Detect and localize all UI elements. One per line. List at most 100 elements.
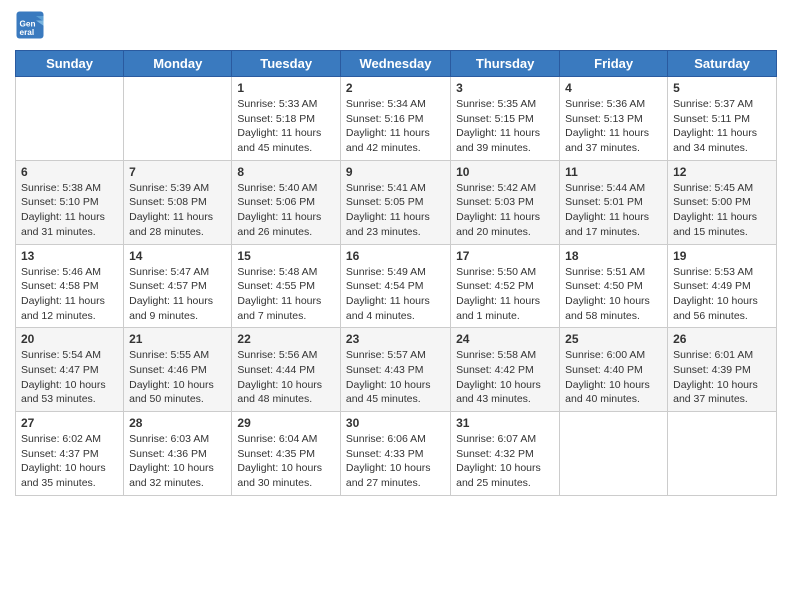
day-info: Sunrise: 5:41 AM Sunset: 5:05 PM Dayligh… [346, 181, 445, 240]
day-number: 29 [237, 416, 335, 430]
calendar-table: SundayMondayTuesdayWednesdayThursdayFrid… [15, 50, 777, 496]
day-number: 6 [21, 165, 118, 179]
calendar-header: SundayMondayTuesdayWednesdayThursdayFrid… [16, 51, 777, 77]
day-info: Sunrise: 6:06 AM Sunset: 4:33 PM Dayligh… [346, 432, 445, 491]
calendar-cell: 22 Sunrise: 5:56 AM Sunset: 4:44 PM Dayli… [232, 328, 341, 412]
day-info: Sunrise: 6:03 AM Sunset: 4:36 PM Dayligh… [129, 432, 226, 491]
calendar-cell: 3 Sunrise: 5:35 AM Sunset: 5:15 PM Daylig… [451, 77, 560, 161]
day-number: 10 [456, 165, 554, 179]
calendar-cell [124, 77, 232, 161]
calendar-cell [560, 412, 668, 496]
calendar-week-5: 27 Sunrise: 6:02 AM Sunset: 4:37 PM Dayli… [16, 412, 777, 496]
calendar-cell [16, 77, 124, 161]
calendar-cell: 4Sunrise: 5:36 AM Sunset: 5:13 PM Daylig… [560, 77, 668, 161]
day-info: Sunrise: 5:55 AM Sunset: 4:46 PM Dayligh… [129, 348, 226, 407]
weekday-header-wednesday: Wednesday [340, 51, 450, 77]
day-info: Sunrise: 5:47 AM Sunset: 4:57 PM Dayligh… [129, 265, 226, 324]
day-info: Sunrise: 5:34 AM Sunset: 5:16 PM Dayligh… [346, 97, 445, 156]
calendar-cell: 17 Sunrise: 5:50 AM Sunset: 4:52 PM Dayli… [451, 244, 560, 328]
weekday-header-sunday: Sunday [16, 51, 124, 77]
day-info: Sunrise: 5:53 AM Sunset: 4:49 PM Dayligh… [673, 265, 771, 324]
day-info: Sunrise: 5:40 AM Sunset: 5:06 PM Dayligh… [237, 181, 335, 240]
day-number: 21 [129, 332, 226, 346]
day-info: Sunrise: 6:02 AM Sunset: 4:37 PM Dayligh… [21, 432, 118, 491]
logo: Gen eral [15, 10, 49, 40]
calendar-cell: 8 Sunrise: 5:40 AM Sunset: 5:06 PM Daylig… [232, 160, 341, 244]
calendar-cell [668, 412, 777, 496]
weekday-header-monday: Monday [124, 51, 232, 77]
calendar-cell: 5Sunrise: 5:37 AM Sunset: 5:11 PM Daylig… [668, 77, 777, 161]
day-info: Sunrise: 5:42 AM Sunset: 5:03 PM Dayligh… [456, 181, 554, 240]
day-number: 8 [237, 165, 335, 179]
day-info: Sunrise: 5:57 AM Sunset: 4:43 PM Dayligh… [346, 348, 445, 407]
calendar-cell: 16Sunrise: 5:49 AM Sunset: 4:54 PM Dayli… [340, 244, 450, 328]
weekday-header-friday: Friday [560, 51, 668, 77]
logo-icon: Gen eral [15, 10, 45, 40]
day-info: Sunrise: 5:38 AM Sunset: 5:10 PM Dayligh… [21, 181, 118, 240]
day-number: 7 [129, 165, 226, 179]
calendar-cell: 31 Sunrise: 6:07 AM Sunset: 4:32 PM Dayli… [451, 412, 560, 496]
day-number: 17 [456, 249, 554, 263]
day-number: 25 [565, 332, 662, 346]
calendar-cell: 18Sunrise: 5:51 AM Sunset: 4:50 PM Dayli… [560, 244, 668, 328]
day-number: 31 [456, 416, 554, 430]
day-number: 9 [346, 165, 445, 179]
day-number: 16 [346, 249, 445, 263]
calendar-cell: 20Sunrise: 5:54 AM Sunset: 4:47 PM Dayli… [16, 328, 124, 412]
calendar-week-1: 1 Sunrise: 5:33 AM Sunset: 5:18 PM Daylig… [16, 77, 777, 161]
calendar-cell: 13Sunrise: 5:46 AM Sunset: 4:58 PM Dayli… [16, 244, 124, 328]
calendar-cell: 26 Sunrise: 6:01 AM Sunset: 4:39 PM Dayli… [668, 328, 777, 412]
day-info: Sunrise: 5:39 AM Sunset: 5:08 PM Dayligh… [129, 181, 226, 240]
day-info: Sunrise: 5:50 AM Sunset: 4:52 PM Dayligh… [456, 265, 554, 324]
day-info: Sunrise: 5:33 AM Sunset: 5:18 PM Dayligh… [237, 97, 335, 156]
day-number: 23 [346, 332, 445, 346]
day-number: 22 [237, 332, 335, 346]
day-number: 3 [456, 81, 554, 95]
day-number: 24 [456, 332, 554, 346]
calendar-cell: 12 Sunrise: 5:45 AM Sunset: 5:00 PM Dayli… [668, 160, 777, 244]
calendar-cell: 28 Sunrise: 6:03 AM Sunset: 4:36 PM Dayli… [124, 412, 232, 496]
day-info: Sunrise: 5:46 AM Sunset: 4:58 PM Dayligh… [21, 265, 118, 324]
day-number: 28 [129, 416, 226, 430]
calendar-body: 1 Sunrise: 5:33 AM Sunset: 5:18 PM Daylig… [16, 77, 777, 496]
svg-text:eral: eral [20, 28, 35, 37]
day-info: Sunrise: 5:36 AM Sunset: 5:13 PM Dayligh… [565, 97, 662, 156]
day-number: 27 [21, 416, 118, 430]
day-number: 1 [237, 81, 335, 95]
calendar-week-4: 20Sunrise: 5:54 AM Sunset: 4:47 PM Dayli… [16, 328, 777, 412]
day-number: 14 [129, 249, 226, 263]
calendar-cell: 7 Sunrise: 5:39 AM Sunset: 5:08 PM Daylig… [124, 160, 232, 244]
day-info: Sunrise: 5:54 AM Sunset: 4:47 PM Dayligh… [21, 348, 118, 407]
day-info: Sunrise: 5:35 AM Sunset: 5:15 PM Dayligh… [456, 97, 554, 156]
day-info: Sunrise: 5:45 AM Sunset: 5:00 PM Dayligh… [673, 181, 771, 240]
weekday-header-saturday: Saturday [668, 51, 777, 77]
calendar-cell: 15Sunrise: 5:48 AM Sunset: 4:55 PM Dayli… [232, 244, 341, 328]
calendar-cell: 11Sunrise: 5:44 AM Sunset: 5:01 PM Dayli… [560, 160, 668, 244]
header: Gen eral [15, 10, 777, 40]
weekday-header-row: SundayMondayTuesdayWednesdayThursdayFrid… [16, 51, 777, 77]
day-number: 30 [346, 416, 445, 430]
calendar-cell: 19Sunrise: 5:53 AM Sunset: 4:49 PM Dayli… [668, 244, 777, 328]
calendar-cell: 2 Sunrise: 5:34 AM Sunset: 5:16 PM Daylig… [340, 77, 450, 161]
calendar-cell: 27 Sunrise: 6:02 AM Sunset: 4:37 PM Dayli… [16, 412, 124, 496]
day-number: 5 [673, 81, 771, 95]
day-info: Sunrise: 5:56 AM Sunset: 4:44 PM Dayligh… [237, 348, 335, 407]
calendar-cell: 23 Sunrise: 5:57 AM Sunset: 4:43 PM Dayli… [340, 328, 450, 412]
calendar-cell: 29 Sunrise: 6:04 AM Sunset: 4:35 PM Dayli… [232, 412, 341, 496]
calendar-cell: 25Sunrise: 6:00 AM Sunset: 4:40 PM Dayli… [560, 328, 668, 412]
day-info: Sunrise: 5:58 AM Sunset: 4:42 PM Dayligh… [456, 348, 554, 407]
calendar-cell: 9 Sunrise: 5:41 AM Sunset: 5:05 PM Daylig… [340, 160, 450, 244]
calendar-cell: 1 Sunrise: 5:33 AM Sunset: 5:18 PM Daylig… [232, 77, 341, 161]
weekday-header-thursday: Thursday [451, 51, 560, 77]
day-number: 15 [237, 249, 335, 263]
day-number: 12 [673, 165, 771, 179]
calendar-cell: 14 Sunrise: 5:47 AM Sunset: 4:57 PM Dayli… [124, 244, 232, 328]
day-number: 26 [673, 332, 771, 346]
calendar-cell: 30 Sunrise: 6:06 AM Sunset: 4:33 PM Dayli… [340, 412, 450, 496]
day-info: Sunrise: 6:01 AM Sunset: 4:39 PM Dayligh… [673, 348, 771, 407]
day-info: Sunrise: 6:04 AM Sunset: 4:35 PM Dayligh… [237, 432, 335, 491]
calendar-week-3: 13Sunrise: 5:46 AM Sunset: 4:58 PM Dayli… [16, 244, 777, 328]
day-info: Sunrise: 6:07 AM Sunset: 4:32 PM Dayligh… [456, 432, 554, 491]
day-number: 11 [565, 165, 662, 179]
day-number: 2 [346, 81, 445, 95]
